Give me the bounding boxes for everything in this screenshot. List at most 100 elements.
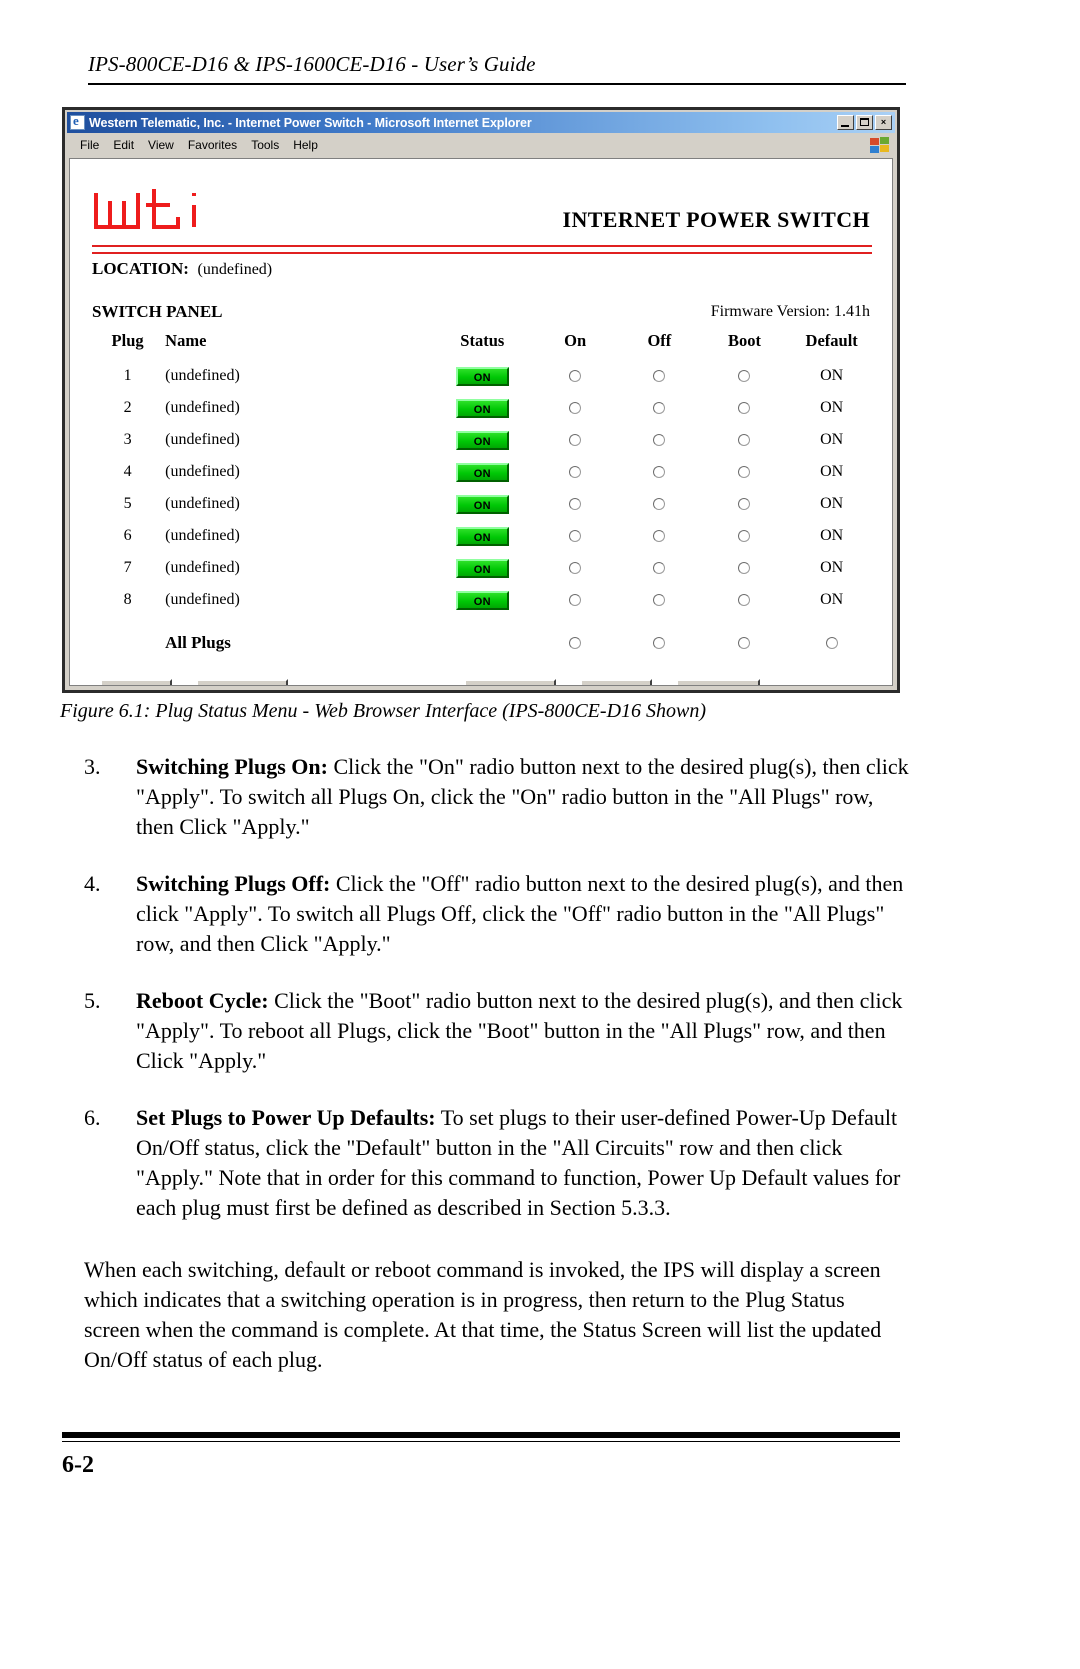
menu-item-edit[interactable]: Edit [106,138,141,152]
app-title: INTERNET POWER SWITCH [562,207,870,232]
table-header-row: Plug Name Status On Off Boot Default [92,331,876,360]
radio-boot[interactable] [738,530,751,543]
radio-off[interactable] [653,370,666,383]
cancel-button[interactable]: Cancel [676,679,760,685]
browser-titlebar: Western Telematic, Inc. - Internet Power… [67,112,895,133]
close-button[interactable]: × [875,115,892,130]
cell-name: (undefined) [165,463,240,480]
internet-explorer-icon [70,113,85,130]
cell-name: (undefined) [165,367,240,384]
manual-page: IPS-800CE-D16 & IPS-1600CE-D16 - User’s … [0,0,1080,1669]
list-item-number: 6. [84,1105,101,1130]
cell-plug: 8 [123,591,132,608]
status-badge[interactable]: ON [455,462,509,482]
footer-rule-thin [62,1441,900,1442]
radio-all-on[interactable] [569,637,582,650]
radio-off[interactable] [653,498,666,511]
menu-item-file[interactable]: File [73,138,106,152]
column-header-boot: Boot [727,331,761,350]
radio-boot[interactable] [738,562,751,575]
radio-on[interactable] [569,466,582,479]
list-item-body: Set Plugs to Power Up Defaults: To set p… [136,1103,914,1223]
column-header-status: Status [460,331,505,350]
location-value: (undefined) [197,261,273,278]
cell-default: ON [820,463,844,480]
radio-on[interactable] [569,434,582,447]
list-item-title: Switching Plugs Off: [136,871,331,896]
radio-on[interactable] [569,402,582,415]
all-plugs-label: All Plugs [165,633,231,652]
cell-default: ON [820,399,844,416]
apply-button[interactable]: Apply [580,679,652,685]
radio-boot[interactable] [738,498,751,511]
location-line: LOCATION: (undefined) [92,259,272,279]
list-item-number: 3. [84,754,101,779]
table-row: 2 (undefined) ON ON [92,392,876,424]
browser-window-figure: Western Telematic, Inc. - Internet Power… [62,107,900,693]
cell-plug: 2 [123,399,132,416]
table-row: 3 (undefined) ON ON [92,424,876,456]
page-number: 6-2 [62,1452,94,1478]
cell-name: (undefined) [165,399,240,416]
table-row: 8 (undefined) ON ON [92,584,876,616]
radio-all-boot[interactable] [738,637,751,650]
status-badge[interactable]: ON [455,366,509,386]
list-item-title: Set Plugs to Power Up Defaults: [136,1105,436,1130]
radio-off[interactable] [653,434,666,447]
status-badge[interactable]: ON [455,526,509,546]
column-header-default: Default [805,331,858,350]
cell-default: ON [820,495,844,512]
radio-boot[interactable] [738,466,751,479]
logout-button[interactable]: Log Out [196,679,288,685]
list-item-number: 5. [84,988,101,1013]
window-controls: × [837,115,893,130]
radio-on[interactable] [569,562,582,575]
cell-name: (undefined) [165,591,240,608]
radio-off[interactable] [653,562,666,575]
list-item: 6. Set Plugs to Power Up Defaults: To se… [84,1103,914,1223]
menu-item-help[interactable]: Help [286,138,325,152]
radio-off[interactable] [653,402,666,415]
table-row: 7 (undefined) ON ON [92,552,876,584]
plug-rows: 1 (undefined) ON ON 2 (undefined) ON ON … [92,360,876,658]
radio-on[interactable] [569,530,582,543]
cell-plug: 4 [123,463,132,480]
cell-default: ON [820,559,844,576]
setup-button[interactable]: Setup [100,679,172,685]
radio-off[interactable] [653,594,666,607]
status-badge[interactable]: ON [455,558,509,578]
radio-boot[interactable] [738,370,751,383]
cell-name: (undefined) [165,495,240,512]
list-item-number: 4. [84,871,101,896]
radio-on[interactable] [569,594,582,607]
radio-all-default[interactable] [825,637,838,650]
radio-boot[interactable] [738,434,751,447]
cell-plug: 5 [123,495,132,512]
cell-default: ON [820,367,844,384]
status-badge[interactable]: ON [455,398,509,418]
status-badge[interactable]: ON [455,494,509,514]
menu-item-favorites[interactable]: Favorites [181,138,244,152]
plug-status-table: Plug Name Status On Off Boot Default 1 (… [92,331,876,658]
menu-item-tools[interactable]: Tools [244,138,286,152]
list-item-title: Switching Plugs On: [136,754,328,779]
maximize-button[interactable] [856,115,873,130]
radio-boot[interactable] [738,402,751,415]
switch-panel-title: SWITCH PANEL [92,302,223,321]
footer-rule [62,1432,900,1438]
refresh-button[interactable]: Refresh [464,679,556,685]
instruction-list: 3. Switching Plugs On: Click the "On" ra… [84,752,914,1250]
table-row: 1 (undefined) ON ON [92,360,876,392]
radio-on[interactable] [569,498,582,511]
running-head: IPS-800CE-D16 & IPS-1600CE-D16 - User’s … [88,52,992,85]
radio-boot[interactable] [738,594,751,607]
radio-off[interactable] [653,466,666,479]
radio-all-off[interactable] [653,637,666,650]
radio-on[interactable] [569,370,582,383]
status-badge[interactable]: ON [455,590,509,610]
column-header-off: Off [647,331,672,350]
status-badge[interactable]: ON [455,430,509,450]
menu-item-view[interactable]: View [141,138,181,152]
minimize-button[interactable] [837,115,854,130]
radio-off[interactable] [653,530,666,543]
